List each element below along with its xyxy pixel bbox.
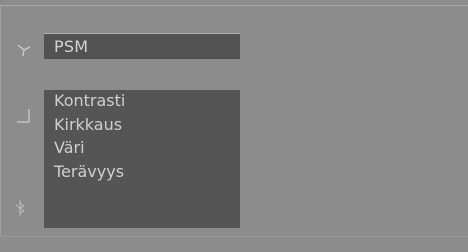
picture-icon[interactable] — [15, 108, 35, 126]
menu-item-teravyys[interactable]: Terävyys — [54, 162, 124, 182]
frame-bottom-border — [0, 236, 468, 237]
psm-title: PSM — [54, 37, 89, 56]
menu-item-kontrasti[interactable]: Kontrasti — [54, 91, 125, 111]
frame-top-border — [0, 5, 468, 6]
menu-item-vari[interactable]: Väri — [54, 138, 85, 158]
sound-icon[interactable] — [14, 199, 26, 217]
antenna-icon[interactable] — [16, 42, 32, 58]
frame-left-border — [0, 5, 1, 236]
menu-item-kirkkaus[interactable]: Kirkkaus — [54, 115, 122, 135]
tv-osd-screen: PSM Kontrasti Kirkkaus Väri Terävyys — [0, 0, 468, 252]
picture-settings-menu: Kontrasti Kirkkaus Väri Terävyys — [44, 90, 240, 228]
psm-title-bar[interactable]: PSM — [44, 34, 240, 59]
